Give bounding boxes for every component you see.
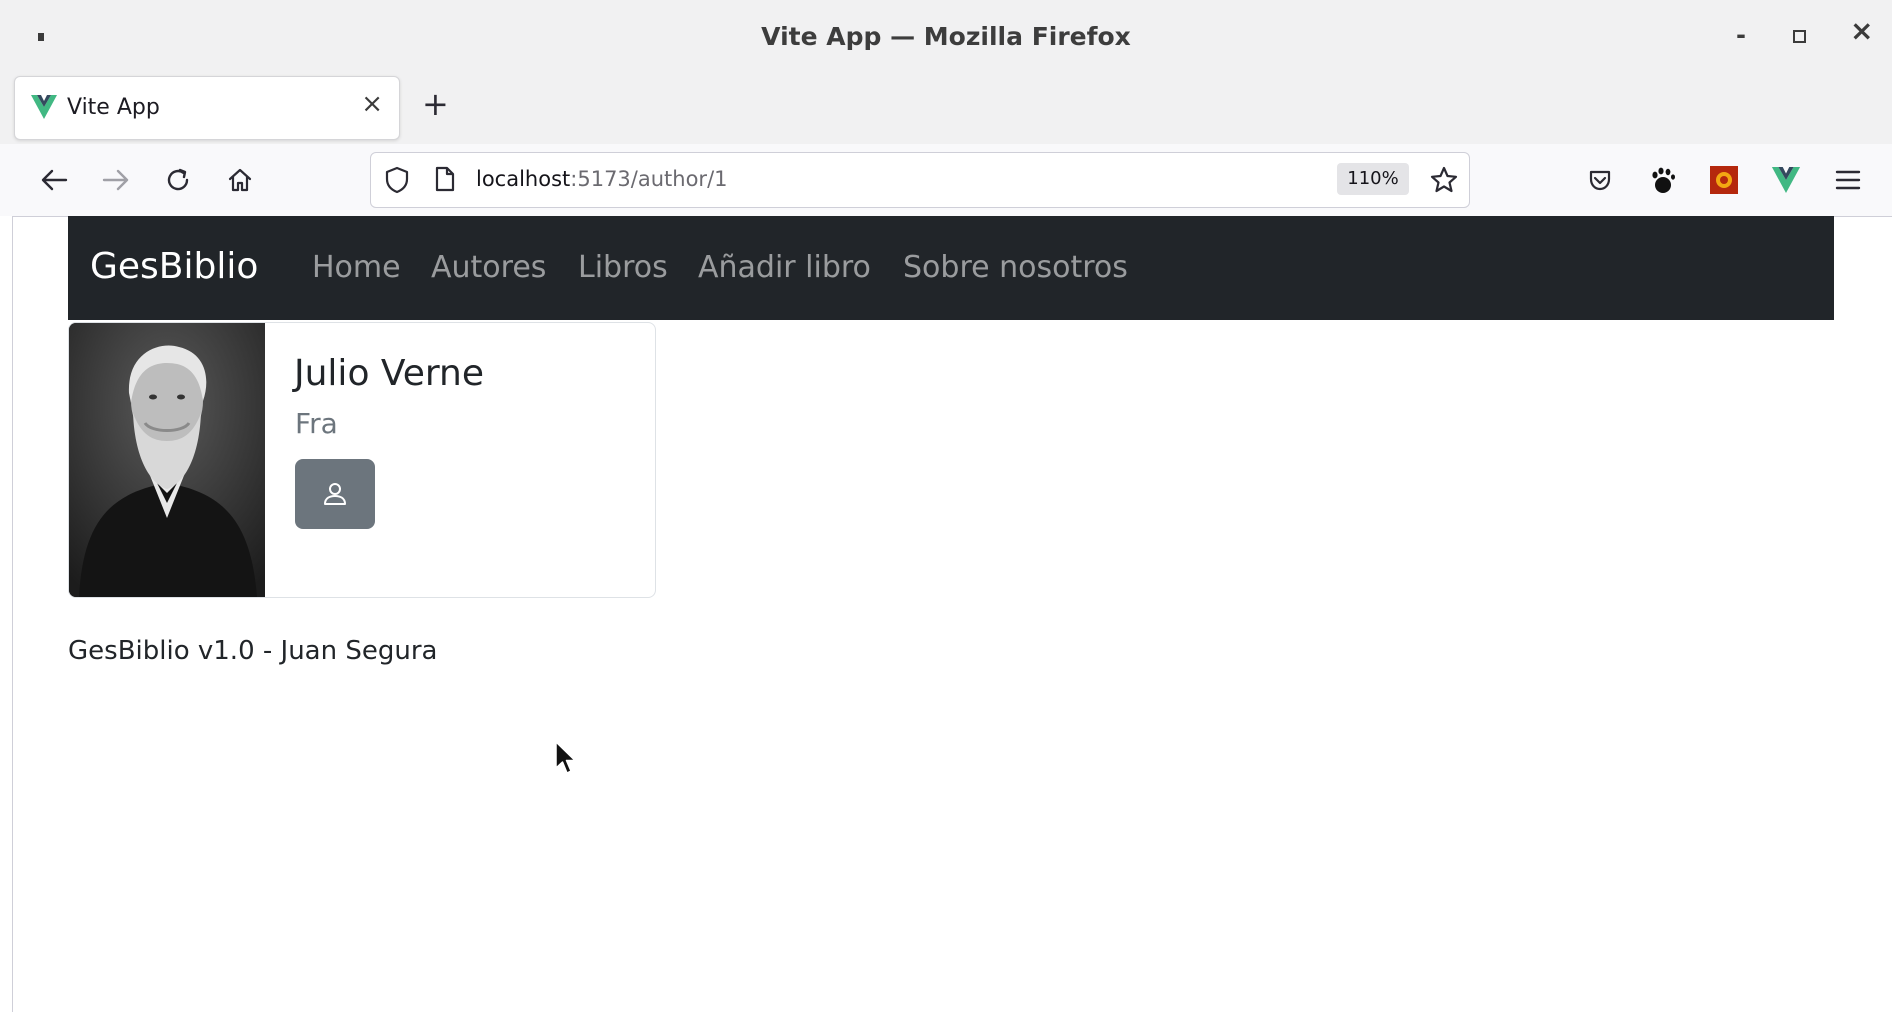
shield-icon[interactable] — [383, 165, 411, 195]
maximize-icon — [1793, 30, 1806, 43]
tab-strip: Vite App × + — [0, 74, 1892, 145]
author-profile-button[interactable] — [295, 459, 375, 529]
nav-link-libros[interactable]: Libros — [578, 250, 668, 285]
home-icon — [228, 168, 252, 192]
author-portrait — [69, 323, 265, 597]
hamburger-menu-icon — [1835, 170, 1861, 190]
new-tab-button[interactable]: + — [422, 88, 449, 120]
address-bar[interactable]: localhost:5173/author/1 110% — [370, 152, 1470, 208]
pocket-icon — [1589, 170, 1611, 191]
tab-close-button[interactable]: × — [361, 89, 383, 119]
extension-gnome-button[interactable] — [1644, 162, 1680, 198]
url-path: :5173/author/1 — [570, 167, 728, 191]
browser-toolbar: localhost:5173/author/1 110% — [0, 144, 1892, 217]
site-navbar: GesBiblio Home Autores Libros Añadir lib… — [68, 216, 1834, 320]
zoom-level-button[interactable]: 110% — [1337, 163, 1409, 195]
url-text[interactable]: localhost:5173/author/1 — [476, 167, 728, 191]
window-titlebar: Vite App — Mozilla Firefox - × — [0, 0, 1892, 75]
forward-arrow-icon — [102, 169, 129, 191]
back-arrow-icon — [41, 169, 68, 191]
site-brand-link[interactable]: GesBiblio — [90, 246, 258, 287]
url-host: localhost — [476, 167, 571, 191]
author-name: Julio Verne — [294, 353, 485, 394]
tab-vite-app[interactable]: Vite App × — [14, 76, 400, 140]
vue-logo-icon — [31, 95, 57, 119]
extension-sun-icon — [1710, 166, 1738, 194]
author-country: Fra — [295, 407, 338, 440]
minimize-button[interactable]: - — [1736, 22, 1746, 48]
bookmark-star-icon[interactable] — [1429, 165, 1459, 195]
nav-link-sobre-nosotros[interactable]: Sobre nosotros — [903, 250, 1128, 285]
window-title: Vite App — Mozilla Firefox — [761, 22, 1131, 51]
window-edge — [0, 216, 13, 1012]
page-footer: GesBiblio v1.0 - Juan Segura — [68, 636, 438, 666]
vue-devtools-icon — [1771, 167, 1801, 193]
tab-title: Vite App — [67, 95, 160, 120]
menu-button[interactable] — [1830, 162, 1866, 198]
page-icon[interactable] — [433, 165, 457, 193]
reload-icon — [167, 168, 189, 191]
author-card: Julio Verne Fra — [68, 322, 656, 598]
reload-button[interactable] — [160, 162, 196, 198]
author-portrait-image — [69, 323, 265, 597]
back-button[interactable] — [36, 162, 72, 198]
nav-link-anadir-libro[interactable]: Añadir libro — [698, 250, 871, 285]
extension-vue-devtools-button[interactable] — [1768, 162, 1804, 198]
nav-link-home[interactable]: Home — [312, 250, 401, 285]
person-icon — [324, 483, 346, 505]
home-button[interactable] — [222, 162, 258, 198]
pocket-button[interactable] — [1582, 162, 1618, 198]
forward-button[interactable] — [98, 162, 134, 198]
nav-link-autores[interactable]: Autores — [431, 250, 546, 285]
maximize-button[interactable] — [1793, 30, 1806, 43]
close-window-button[interactable]: × — [1850, 17, 1873, 45]
mouse-cursor-icon — [555, 741, 576, 774]
extension-colorful-button[interactable] — [1706, 162, 1742, 198]
gnome-footprint-icon — [1652, 167, 1675, 193]
